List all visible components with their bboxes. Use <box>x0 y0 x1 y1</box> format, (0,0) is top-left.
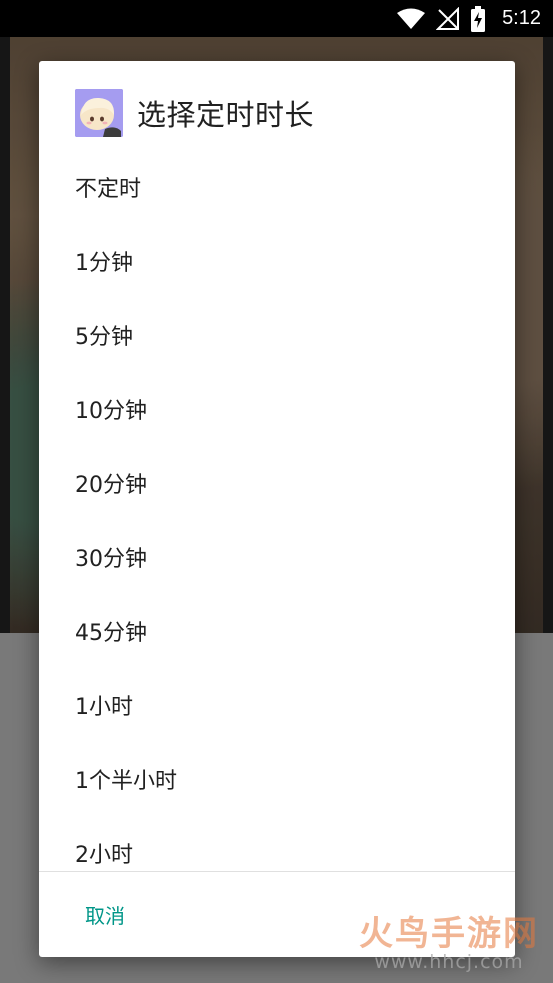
option-45-minutes[interactable]: 45分钟 <box>39 594 515 668</box>
duration-option-list: 不定时 1分钟 5分钟 10分钟 20分钟 30分钟 45分钟 1小时 1个半小… <box>39 150 515 890</box>
cancel-button[interactable]: 取消 <box>69 891 141 937</box>
status-bar: 5:12 <box>0 0 553 37</box>
option-1-hour[interactable]: 1小时 <box>39 668 515 742</box>
battery-charging-icon <box>470 5 486 32</box>
option-10-minutes[interactable]: 10分钟 <box>39 372 515 446</box>
dialog-divider <box>39 871 515 872</box>
option-1-5-hours[interactable]: 1个半小时 <box>39 742 515 816</box>
status-icons: 5:12 <box>396 5 541 32</box>
option-30-minutes[interactable]: 30分钟 <box>39 520 515 594</box>
option-2-hours[interactable]: 2小时 <box>39 816 515 890</box>
option-20-minutes[interactable]: 20分钟 <box>39 446 515 520</box>
option-no-timer[interactable]: 不定时 <box>39 150 515 224</box>
status-time: 5:12 <box>502 7 541 29</box>
site-watermark: 火鸟手游网 www.hhcj.com <box>359 906 539 973</box>
timer-duration-dialog: 选择定时时长 不定时 1分钟 5分钟 10分钟 20分钟 30分钟 45分钟 1… <box>39 61 515 957</box>
option-5-minutes[interactable]: 5分钟 <box>39 298 515 372</box>
watermark-brand: 火鸟手游网 <box>359 914 539 954</box>
option-1-minute[interactable]: 1分钟 <box>39 224 515 298</box>
anime-avatar-icon <box>75 89 123 137</box>
dialog-title: 选择定时时长 <box>137 98 315 132</box>
watermark-url: www.hhcj.com <box>374 951 524 973</box>
wifi-icon <box>396 8 426 30</box>
dialog-header: 选择定时时长 <box>75 89 314 137</box>
no-signal-icon <box>436 6 460 31</box>
